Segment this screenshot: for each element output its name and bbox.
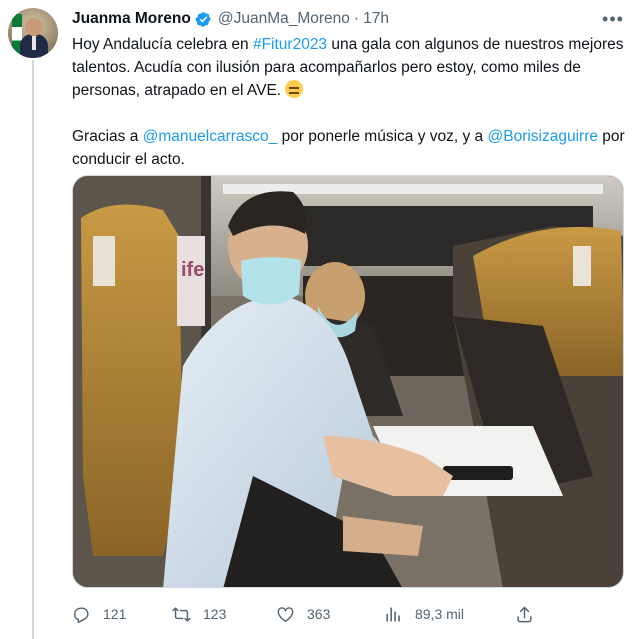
timestamp[interactable]: 17h [363, 10, 389, 28]
verified-badge-icon [195, 11, 211, 27]
reply-count: 121 [103, 606, 127, 622]
views-count: 89,3 mil [415, 606, 465, 622]
svg-text:ife: ife [181, 259, 204, 281]
train-photo: ife [73, 176, 623, 587]
like-button[interactable]: 363 [276, 600, 330, 628]
hashtag-link[interactable]: #Fitur2023 [253, 36, 327, 53]
tired-face-emoji-icon [285, 80, 304, 98]
retweet-icon [172, 606, 191, 622]
mention-manuelcarrasco-link[interactable]: @manuelcarrasco_ [143, 128, 278, 145]
reply-icon [74, 606, 89, 623]
thread-line [32, 60, 34, 639]
like-count: 363 [307, 606, 331, 622]
share-button[interactable] [515, 600, 534, 628]
avatar[interactable] [8, 8, 58, 58]
author-handle[interactable]: @JuanMa_Moreno [218, 10, 350, 28]
tweet-header: Juanma Moreno @JuanMa_Moreno · 17h [72, 8, 389, 30]
tweet-actions: 121 123 363 89,3 mil [72, 600, 552, 628]
retweet-button[interactable]: 123 [172, 600, 226, 628]
separator-dot: · [353, 10, 360, 27]
analytics-icon [386, 606, 400, 622]
share-icon [517, 606, 532, 622]
reply-button[interactable]: 121 [72, 600, 126, 628]
tweet[interactable]: Juanma Moreno @JuanMa_Moreno · 17h ••• H… [0, 0, 641, 639]
views-button[interactable]: 89,3 mil [384, 600, 464, 628]
tweet-photo[interactable]: ife [72, 175, 624, 588]
tweet-text: Hoy Andalucía celebra en #Fitur2023 una … [72, 36, 625, 168]
heart-icon [277, 606, 294, 622]
author-name[interactable]: Juanma Moreno [72, 10, 191, 28]
retweet-count: 123 [203, 606, 227, 622]
more-options-icon[interactable]: ••• [602, 8, 624, 30]
mention-borisizaguirre-link[interactable]: @Borisizaguirre [488, 128, 599, 145]
